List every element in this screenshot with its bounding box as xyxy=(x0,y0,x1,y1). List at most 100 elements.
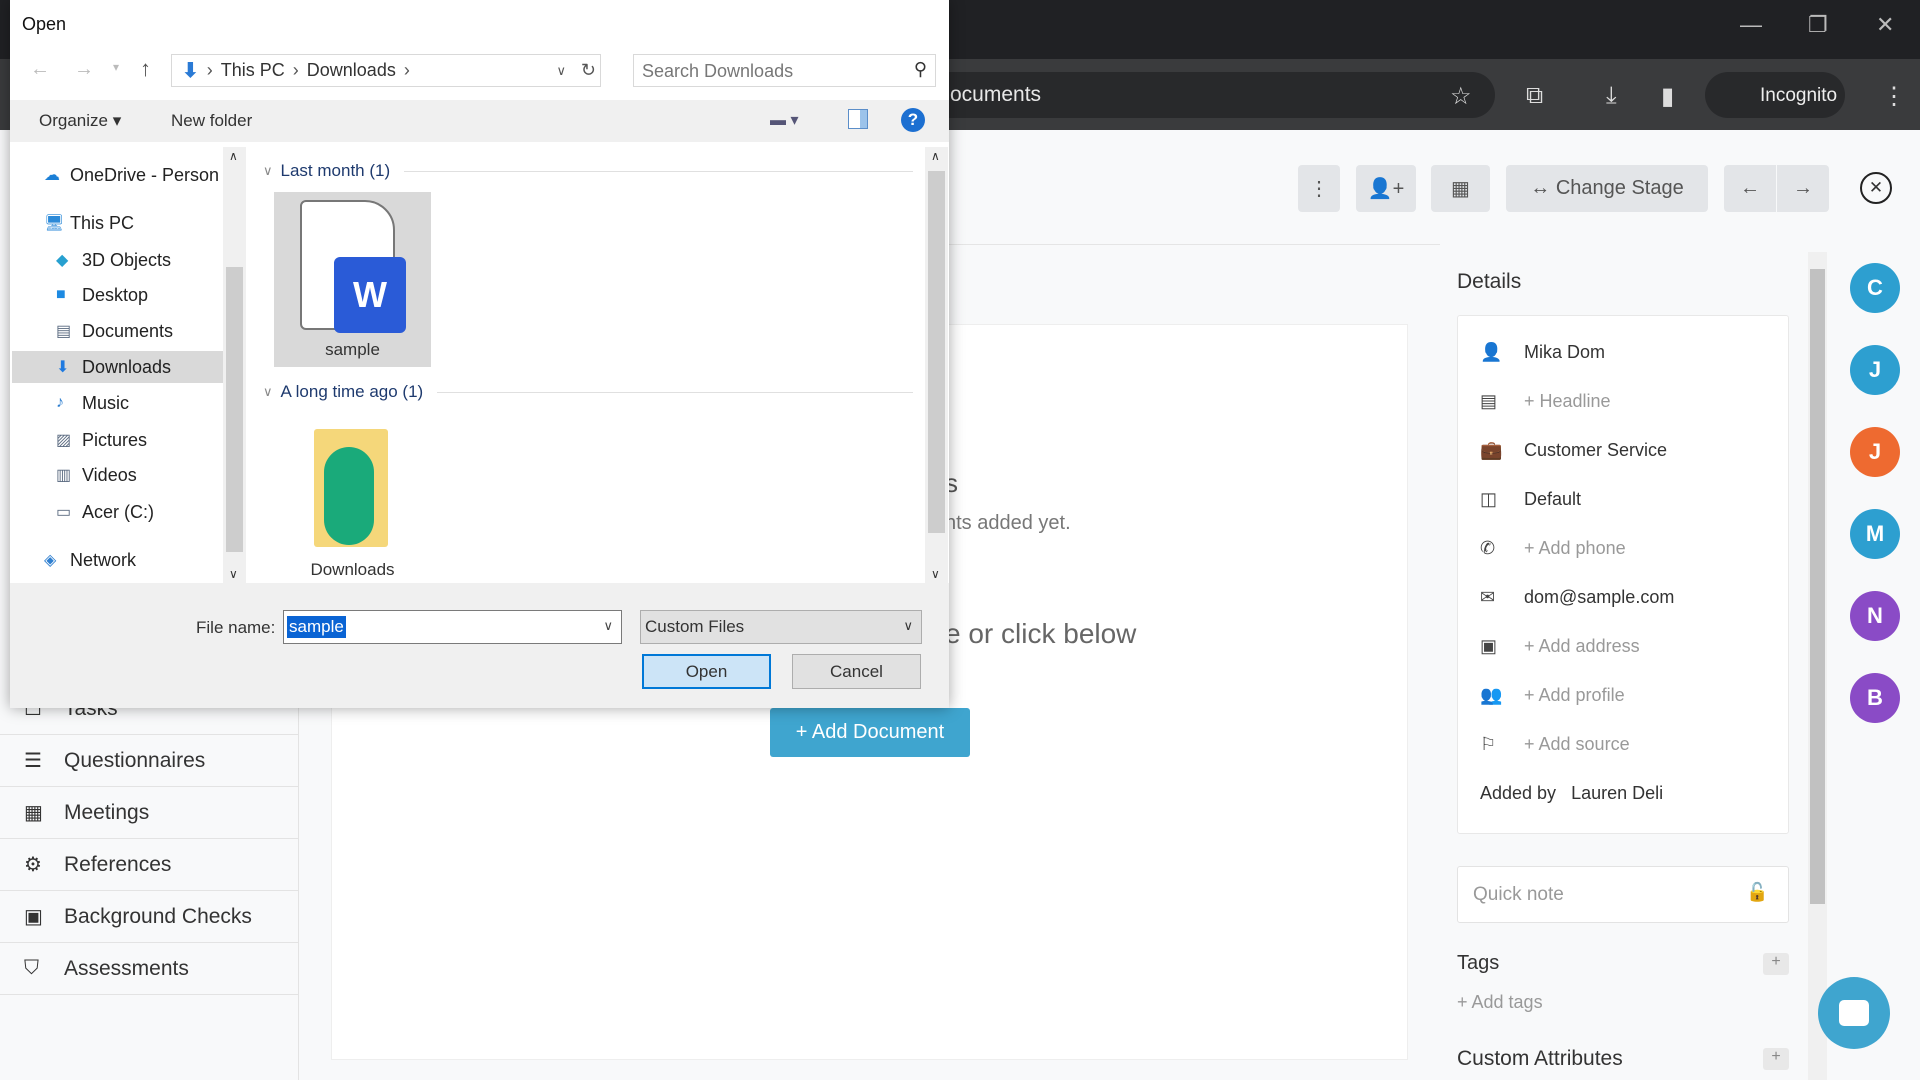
group-header-long-ago[interactable]: ∨ A long time ago (1) xyxy=(263,382,913,402)
detail-row[interactable]: 👥 + Add profile xyxy=(1480,685,1625,706)
help-icon[interactable]: ? xyxy=(901,108,925,132)
detail-row[interactable]: ▣ + Add address xyxy=(1480,636,1640,657)
close-icon[interactable]: ✕ xyxy=(1860,172,1892,204)
refresh-icon[interactable]: ↻ xyxy=(581,60,596,81)
dialog-footer: File name: sample ∨ Custom Files ∨ Open Ca… xyxy=(10,583,949,708)
cancel-button[interactable]: Cancel xyxy=(792,654,921,689)
sidebar-item-meetings[interactable]: ▦ Meetings xyxy=(0,787,299,839)
breadcrumb-downloads[interactable]: Downloads xyxy=(307,60,396,81)
add-document-button[interactable]: + Add Document xyxy=(770,708,970,757)
chat-button[interactable] xyxy=(1818,977,1890,1049)
avatar-letter: B xyxy=(1867,685,1883,710)
address-breadcrumb[interactable]: ⬇ › This PC › Downloads › ∨ ↻ xyxy=(171,54,601,87)
extensions-icon[interactable]: ⧉ xyxy=(1526,82,1543,110)
file-type-select[interactable]: Custom Files ∨ xyxy=(640,610,922,644)
group-header-last-month[interactable]: ∨ Last month (1) xyxy=(263,161,913,181)
folder-name-label: Downloads xyxy=(310,560,395,579)
nav-item-network[interactable]: ◈ Network xyxy=(44,543,136,577)
organize-button[interactable]: Organize ▾ xyxy=(39,111,121,131)
detail-row[interactable]: ⚐ + Add source xyxy=(1480,734,1630,755)
nav-item-music[interactable]: ♪ Music xyxy=(56,386,129,420)
up-button[interactable]: ↑ xyxy=(140,56,151,82)
chevron-down-icon: ∨ xyxy=(903,618,913,633)
add-tags-link[interactable]: + Add tags xyxy=(1457,992,1543,1013)
file-name-input[interactable]: sample ∨ xyxy=(283,610,622,644)
bookmark-star-icon[interactable]: ☆ xyxy=(1450,82,1472,111)
detail-row[interactable]: ✆ + Add phone xyxy=(1480,538,1626,559)
detail-row[interactable]: ▤ + Headline xyxy=(1480,391,1611,412)
new-folder-button[interactable]: New folder xyxy=(171,111,252,131)
add-user-button[interactable]: 👤+ xyxy=(1356,165,1416,212)
view-options-icon[interactable]: ▬ ▾ xyxy=(770,110,798,130)
nav-item-documents[interactable]: ▤ Documents xyxy=(56,314,173,348)
nav-item-videos[interactable]: ▥ Videos xyxy=(56,458,137,492)
sidebar-item-references[interactable]: ⚙ References xyxy=(0,839,299,891)
download-icon[interactable]: ⤓ xyxy=(1606,82,1617,110)
details-scrollbar[interactable] xyxy=(1808,252,1827,1080)
sidebar-item-background-checks[interactable]: ▣ Background Checks xyxy=(0,891,299,943)
open-button[interactable]: Open xyxy=(642,654,771,689)
incognito-badge[interactable]: Incognito xyxy=(1705,72,1845,118)
avatar[interactable]: C xyxy=(1850,263,1900,313)
sidebar-item-questionnaires[interactable]: ☰ Questionnaires xyxy=(0,735,299,787)
nav-item-pictures[interactable]: ▨ Pictures xyxy=(56,423,147,457)
restore-button[interactable]: ❐ xyxy=(1808,12,1828,38)
address-card-icon: ▣ xyxy=(1480,636,1498,656)
file-list: ∨ Last month (1) W sample ∨ A long time ag… xyxy=(251,147,925,583)
calendar-button[interactable]: ▦ xyxy=(1431,165,1490,212)
nav-item-onedrive-person[interactable]: ☁ OneDrive - Person xyxy=(44,158,219,192)
added-by-label: Added by xyxy=(1480,783,1557,803)
back-button[interactable]: ← xyxy=(30,58,50,81)
add-attribute-button[interactable]: + xyxy=(1763,1048,1789,1070)
avatar[interactable]: M xyxy=(1850,509,1900,559)
add-tag-button[interactable]: + xyxy=(1763,953,1789,975)
avatar[interactable]: J xyxy=(1850,345,1900,395)
more-button[interactable]: ⋮ xyxy=(1298,165,1340,212)
search-input[interactable]: Search Downloads ⚲ xyxy=(633,54,936,87)
next-button[interactable]: → xyxy=(1777,165,1829,212)
breadcrumb-this-pc[interactable]: This PC xyxy=(221,60,285,81)
change-stage-button[interactable]: ↔ Change Stage xyxy=(1506,165,1708,212)
nav-item-3d-objects[interactable]: ◆ 3D Objects xyxy=(56,243,171,277)
browser-menu-icon[interactable]: ⋮ xyxy=(1882,82,1906,111)
sidebar-item-assessments[interactable]: ⛉ Assessments xyxy=(0,943,299,995)
change-stage-label: Change Stage xyxy=(1555,177,1684,199)
sidebar-item-label: Meetings xyxy=(64,800,150,824)
detail-row[interactable]: ✉ dom@sample.com xyxy=(1480,587,1674,608)
close-window-button[interactable]: ✕ xyxy=(1876,12,1894,38)
detail-row[interactable]: 💼 Customer Service xyxy=(1480,440,1667,461)
empty-text: nts added yet. xyxy=(945,512,1071,534)
folder-item-downloads[interactable]: Downloads xyxy=(274,417,431,583)
nav-label: Pictures xyxy=(82,429,148,450)
search-icon: ⚲ xyxy=(913,59,927,79)
quick-note-input[interactable]: Quick note 🔓 xyxy=(1457,866,1789,923)
detail-row[interactable]: ◫ Default xyxy=(1480,489,1581,510)
avatar[interactable]: J xyxy=(1850,427,1900,477)
preview-pane-icon[interactable] xyxy=(848,109,868,129)
nav-scrollbar[interactable]: ∧ ∨ xyxy=(223,147,246,583)
history-dropdown-icon[interactable]: ∨ xyxy=(556,63,566,79)
nav-item-acer-c-[interactable]: ▭ Acer (C:) xyxy=(56,495,154,529)
file-list-scrollbar[interactable]: ∧ ∨ xyxy=(925,147,948,583)
lock-icon[interactable]: 🔓 xyxy=(1746,882,1768,903)
document-icon: ▤ xyxy=(56,323,72,340)
avatar[interactable]: N xyxy=(1850,591,1900,641)
recent-dropdown[interactable]: ▾ xyxy=(113,60,119,74)
avatar-letter: J xyxy=(1868,439,1882,464)
previous-button[interactable]: ← xyxy=(1724,165,1776,212)
person-icon: 👤 xyxy=(1480,342,1503,362)
address-bar[interactable]: ocuments xyxy=(900,72,1495,118)
gear-icon: ⚙ xyxy=(24,854,42,876)
avatar[interactable]: B xyxy=(1850,673,1900,723)
file-item-sample[interactable]: W sample xyxy=(274,192,431,367)
minimize-button[interactable]: — xyxy=(1740,12,1762,38)
nav-item-this-pc[interactable]: 🖥 This PC xyxy=(44,206,134,240)
side-panel-icon[interactable]: ▮ xyxy=(1661,82,1674,111)
detail-row[interactable]: 👤 Mika Dom xyxy=(1480,342,1605,363)
chevron-down-icon[interactable]: ∨ xyxy=(603,618,613,634)
added-by: Added by Lauren Deli xyxy=(1480,783,1663,804)
newspaper-icon: ▤ xyxy=(1480,391,1498,411)
nav-item-downloads[interactable]: ⬇ Downloads xyxy=(56,350,171,384)
nav-item-desktop[interactable]: ■ Desktop xyxy=(56,278,148,312)
forward-button[interactable]: → xyxy=(74,58,94,81)
